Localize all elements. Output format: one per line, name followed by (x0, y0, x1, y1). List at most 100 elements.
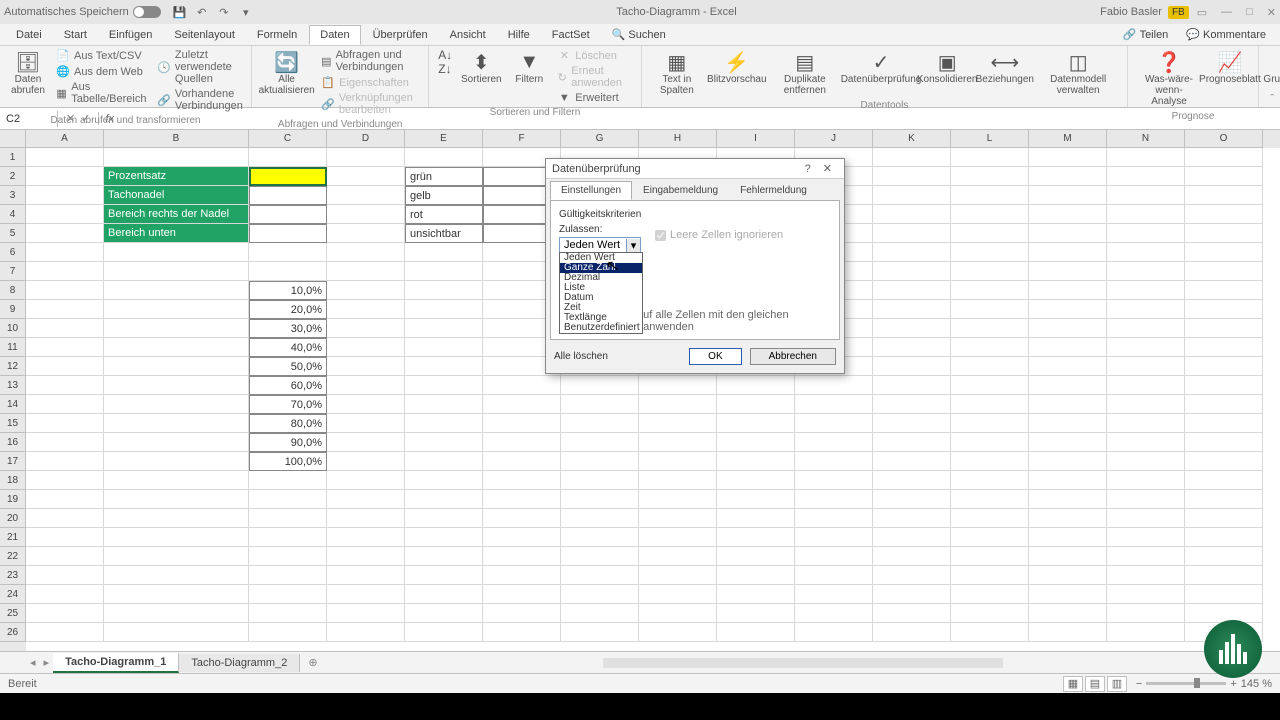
cell[interactable] (873, 509, 951, 528)
cell[interactable] (717, 414, 795, 433)
cell[interactable] (1107, 357, 1185, 376)
col-header[interactable]: I (717, 130, 795, 148)
cell[interactable] (951, 262, 1029, 281)
cell[interactable] (1029, 509, 1107, 528)
cell[interactable] (26, 528, 104, 547)
cell[interactable] (1107, 167, 1185, 186)
cell[interactable] (1107, 414, 1185, 433)
cell[interactable]: 50,0% (249, 357, 327, 376)
cell[interactable] (873, 585, 951, 604)
tab-factset[interactable]: FactSet (542, 26, 600, 44)
cell[interactable] (405, 452, 483, 471)
cell[interactable] (561, 414, 639, 433)
row-header[interactable]: 18 (0, 471, 26, 490)
cell[interactable] (483, 452, 561, 471)
dialog-help-icon[interactable]: ? (799, 163, 817, 175)
cell[interactable] (327, 357, 405, 376)
opt-benutzerdefiniert[interactable]: Benutzerdefiniert (560, 323, 642, 333)
column-headers[interactable]: ABCDEFGHIJKLMNO (26, 130, 1280, 148)
cell[interactable] (639, 623, 717, 642)
zoom-out-button[interactable]: − (1136, 678, 1142, 690)
cell[interactable] (1185, 509, 1263, 528)
cell[interactable] (1029, 566, 1107, 585)
cell[interactable] (1185, 566, 1263, 585)
cell[interactable] (104, 490, 249, 509)
cell[interactable] (26, 338, 104, 357)
cell[interactable] (26, 433, 104, 452)
cell[interactable] (561, 490, 639, 509)
cell[interactable] (327, 395, 405, 414)
cell[interactable] (405, 357, 483, 376)
cell[interactable] (327, 281, 405, 300)
cell[interactable] (483, 414, 561, 433)
cell[interactable] (717, 528, 795, 547)
cell[interactable] (104, 262, 249, 281)
cell[interactable] (1185, 528, 1263, 547)
cell[interactable] (249, 604, 327, 623)
cell[interactable] (483, 509, 561, 528)
row-header[interactable]: 17 (0, 452, 26, 471)
cell[interactable] (561, 395, 639, 414)
row-header[interactable]: 20 (0, 509, 26, 528)
cell[interactable] (1185, 167, 1263, 186)
cell[interactable] (951, 205, 1029, 224)
cell[interactable]: unsichtbar (405, 224, 483, 243)
cell[interactable] (405, 547, 483, 566)
row-header[interactable]: 14 (0, 395, 26, 414)
cell[interactable] (1107, 300, 1185, 319)
cell[interactable] (951, 167, 1029, 186)
cell[interactable] (104, 319, 249, 338)
cell[interactable] (249, 471, 327, 490)
cell[interactable] (717, 452, 795, 471)
tab-einfugen[interactable]: Einfügen (99, 26, 162, 44)
cell[interactable] (717, 471, 795, 490)
cell[interactable] (639, 414, 717, 433)
cell[interactable] (483, 623, 561, 642)
cell[interactable] (1107, 471, 1185, 490)
cell[interactable] (327, 528, 405, 547)
cell[interactable] (483, 528, 561, 547)
cell[interactable] (249, 566, 327, 585)
row-header[interactable]: 23 (0, 566, 26, 585)
cell[interactable]: 30,0% (249, 319, 327, 338)
cell[interactable]: Prozentsatz (104, 167, 249, 186)
cell[interactable] (561, 547, 639, 566)
col-header[interactable]: L (951, 130, 1029, 148)
cell[interactable] (795, 547, 873, 566)
tab-formeln[interactable]: Formeln (247, 26, 307, 44)
zoom-in-button[interactable]: + (1230, 678, 1236, 690)
cell[interactable] (873, 528, 951, 547)
cell[interactable] (26, 490, 104, 509)
cell[interactable] (1185, 224, 1263, 243)
cell[interactable] (873, 262, 951, 281)
cell[interactable] (405, 433, 483, 452)
cell[interactable] (639, 471, 717, 490)
cell[interactable] (561, 585, 639, 604)
cell[interactable] (483, 471, 561, 490)
cell[interactable] (1107, 623, 1185, 642)
cell[interactable] (873, 281, 951, 300)
cell[interactable] (26, 547, 104, 566)
filtern-button[interactable]: ▼Filtern (507, 48, 551, 87)
cell[interactable] (249, 262, 327, 281)
was-ware-wenn-button[interactable]: ❓Was-wäre-wenn- Analyse (1134, 48, 1204, 109)
cell[interactable] (1029, 604, 1107, 623)
cell[interactable] (483, 566, 561, 585)
cell[interactable] (1107, 338, 1185, 357)
tab-ansicht[interactable]: Ansicht (440, 26, 496, 44)
cell[interactable] (1029, 281, 1107, 300)
cell[interactable] (104, 376, 249, 395)
cell[interactable] (327, 167, 405, 186)
cell[interactable] (327, 300, 405, 319)
cell[interactable]: gelb (405, 186, 483, 205)
blitzvorschau-button[interactable]: ⚡Blitzvorschau (710, 48, 764, 87)
cell[interactable] (1029, 300, 1107, 319)
cell[interactable] (405, 528, 483, 547)
cell[interactable] (26, 376, 104, 395)
cell[interactable] (639, 509, 717, 528)
cell[interactable] (1107, 490, 1185, 509)
cell[interactable] (405, 395, 483, 414)
cell[interactable] (1107, 433, 1185, 452)
cell[interactable] (1029, 623, 1107, 642)
cell[interactable] (951, 414, 1029, 433)
